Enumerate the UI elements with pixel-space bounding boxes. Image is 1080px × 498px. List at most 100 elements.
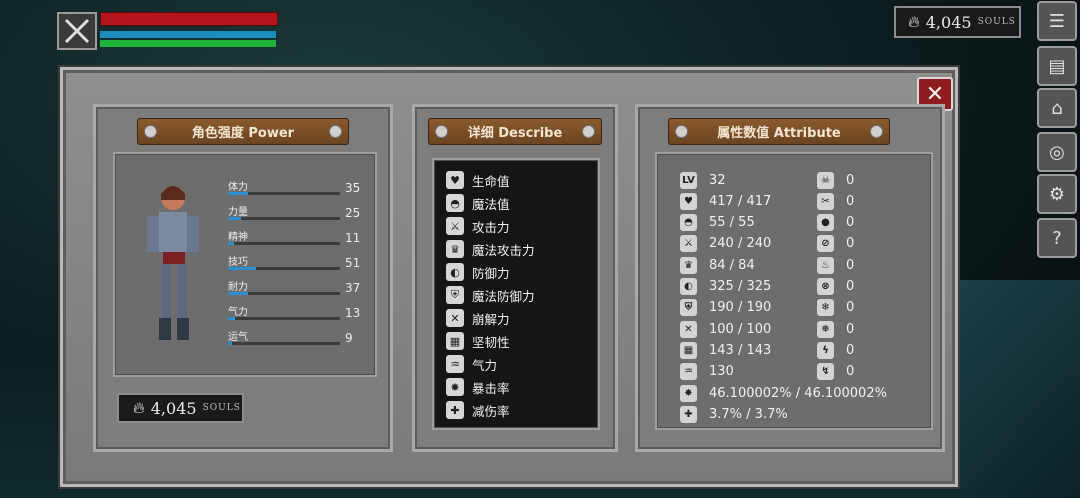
stat-label: 力量 [228,207,248,218]
no-frost-icon: ❅ [817,320,834,338]
describe-item: ✕ 崩解力 [446,308,510,328]
crit-icon: ✸ [446,378,464,396]
stat-bar-fill [228,242,234,245]
describe-item: ◓ 魔法值 [446,193,510,213]
stat-row: 体力 35 [228,178,363,198]
power-title: 角色强度 Power [191,126,295,141]
attribute-row: ♥ 417 / 417 [680,191,771,211]
helmet-icon: ◓ [680,214,697,232]
stat-value: 13 [345,306,361,320]
attribute-value: 130 [709,364,734,380]
no-lightning-icon: ↯ [817,363,834,381]
attribute-row: ✕ 100 / 100 [680,319,771,339]
attribute-value: 100 / 100 [709,321,772,337]
describe-item: ♒ 气力 [446,354,497,374]
attribute-value: 55 / 55 [709,215,755,231]
fire-icon: ♨ [817,256,834,274]
sword-icon: ⚔ [680,235,697,253]
heart-icon: ♥ [446,171,464,189]
attribute-row: ☠ 0 [817,170,854,190]
inventory-icon[interactable]: ▤ [1037,46,1077,86]
stat-value: 51 [345,256,361,270]
describe-item: ♥ 生命值 [446,170,510,190]
gear-equip-icon[interactable]: ⌂ [1037,88,1077,128]
stat-value: 25 [345,206,361,220]
no-drop-icon: ⊘ [817,235,834,253]
describe-item: ⛨ 魔法防御力 [446,285,535,305]
help-icon[interactable]: ? [1037,218,1077,258]
drop-icon: ● [817,214,834,232]
menu-icon[interactable]: ☰ [1037,1,1077,41]
flame-icon: 🔥︎ [908,12,920,31]
attribute-row: ♨ 0 [817,255,854,275]
describe-item-label: 生命值 [472,173,510,189]
attribute-value: 0 [846,279,855,294]
shield-icon: ◐ [680,278,697,295]
armor-icon: ▦ [446,332,464,350]
magic-shield-icon: ⛨ [446,286,464,304]
attribute-value: 84 / 84 [709,257,755,273]
sword-icon: ⚔ [446,217,464,235]
stat-label: 技巧 [228,257,248,268]
describe-item-label: 防御力 [472,265,510,281]
stat-row: 技巧 51 [228,253,363,273]
stat-row: 力量 25 [228,203,363,223]
attribute-value: 0 [846,300,855,316]
describe-item-label: 坚韧性 [472,334,510,350]
attribute-row: ⊗ 0 [817,277,854,297]
souls-counter: 🔥︎ 4,045 SOULS [894,6,1021,38]
attribute-row: ❅ 0 [817,319,854,339]
character-portrait [147,186,199,340]
stat-value: 35 [345,181,361,195]
mana-bar [100,31,276,38]
attribute-value: 0 [846,321,855,337]
stat-bar-fill [228,317,235,320]
stat-bar-fill [228,217,242,220]
heart-icon: ♥ [680,192,697,210]
stat-bar-fill [228,342,233,345]
attribute-row: ● 0 [817,213,854,233]
attribute-value: 0 [846,215,855,231]
attribute-value: 46.100002% / 46.100002% [709,385,887,401]
armor-icon: ▦ [680,341,697,359]
attribute-row: ❄ 0 [817,298,854,318]
stat-bar [228,317,340,320]
attribute-row: ϟ0 [817,340,854,360]
describe-item: ♛ 魔法攻击力 [446,239,535,259]
crown-icon: ♛ [680,256,697,274]
skull-icon: ☠ [817,171,834,189]
stat-label: 运气 [228,332,248,343]
attribute-row: ↯ 0 [817,362,854,382]
settings-icon[interactable]: ⚙ [1037,174,1077,214]
magic-shield-icon: ⛨ [680,299,697,317]
blade-icon: ✂ [817,192,834,210]
describe-item: ✸ 暴击率 [446,377,510,397]
attribute-row: ◐ 325 / 325 [680,277,771,297]
describe-item: ⚔ 攻击力 [446,216,510,236]
shield-icon[interactable]: ◎ [1037,132,1077,172]
reduce-icon: ✚ [446,401,464,419]
break-icon: ✕ [680,320,697,338]
stat-bar [228,292,340,295]
close-icon: ✕ [925,81,945,107]
attribute-row: ✸ 46.100002% / 46.100002% [680,383,887,403]
attribute-value: 0 [846,236,855,252]
stat-label: 耐力 [228,282,248,293]
attribute-value: 190 / 190 [709,300,772,316]
helmet-icon: ◓ [446,194,464,212]
flame-icon: 🔥︎ [133,398,145,417]
crossed-swords-icon[interactable] [57,12,97,50]
power-souls-counter: 🔥︎ 4,045 SOULS [117,393,244,423]
stat-row: 运气 9 [228,328,363,348]
attribute-value: 0 [846,342,855,358]
describe-item-label: 崩解力 [472,311,510,327]
attribute-value: 32 [709,172,726,188]
stat-label: 精神 [228,232,248,243]
attribute-row: ✚ 3.7% / 3.7% [680,404,788,424]
lightning-icon: ϟ [817,341,834,359]
attribute-row: ⊘ 0 [817,234,854,254]
break-icon: ✕ [446,309,464,327]
attribute-value: 0 [846,257,855,273]
stat-label: 气力 [228,307,248,318]
stat-bar [228,342,340,345]
